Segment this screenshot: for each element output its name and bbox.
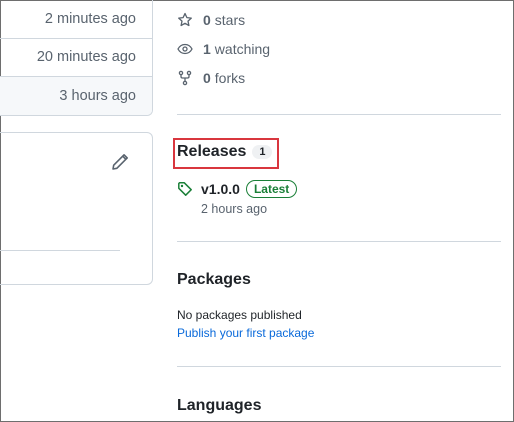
file-row[interactable]: 2 minutes ago (0, 0, 152, 39)
highlight-annotation-box (173, 138, 279, 169)
release-tag-name[interactable]: v1.0.0 (201, 181, 240, 197)
readme-box (0, 132, 153, 285)
commit-time: 20 minutes ago (36, 49, 136, 66)
watching-count: 1 (203, 41, 211, 57)
file-row[interactable]: 3 hours ago (0, 77, 152, 115)
file-list-table: 2 minutes ago 20 minutes ago 3 hours ago (0, 0, 153, 116)
repo-forked-icon (178, 70, 192, 86)
star-icon (178, 12, 192, 27)
readme-divider (0, 250, 120, 251)
languages-heading: Languages (177, 397, 262, 414)
publish-package-link[interactable]: Publish your first package (177, 326, 314, 340)
forks-count: 0 (203, 70, 211, 86)
commit-time: 2 minutes ago (44, 10, 136, 27)
eye-icon (177, 43, 193, 55)
forks-label: forks (214, 70, 246, 86)
packages-empty-text: No packages published (177, 308, 302, 322)
pencil-icon[interactable] (111, 153, 129, 171)
stars-label: stars (214, 12, 246, 28)
release-time: 2 hours ago (201, 202, 268, 216)
latest-badge: Latest (245, 180, 298, 198)
latest-release[interactable]: v1.0.0 Latest (177, 180, 298, 198)
commit-time: 3 hours ago (59, 88, 136, 105)
stars-stat[interactable]: 0 stars (177, 12, 245, 28)
stars-count: 0 (203, 12, 211, 28)
tag-icon (178, 182, 192, 196)
sidebar-divider (177, 114, 501, 115)
watching-stat[interactable]: 1 watching (177, 41, 270, 57)
watching-label: watching (214, 41, 271, 57)
sidebar-divider (177, 241, 501, 242)
forks-stat[interactable]: 0 forks (177, 70, 245, 86)
packages-heading[interactable]: Packages (177, 271, 251, 289)
file-row[interactable]: 20 minutes ago (0, 39, 152, 77)
sidebar-divider (177, 366, 501, 367)
